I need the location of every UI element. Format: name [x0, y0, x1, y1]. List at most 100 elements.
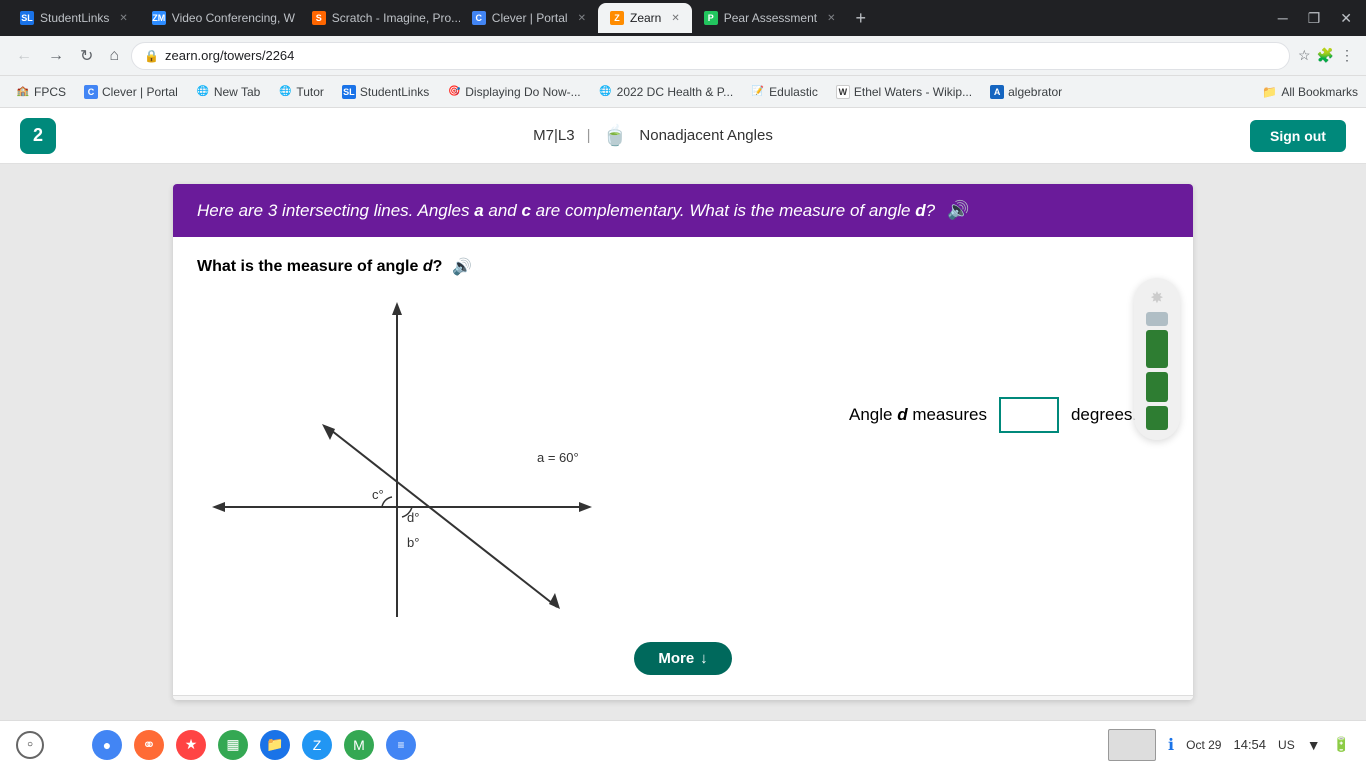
tab-zearn[interactable]: Z Zearn ✕	[598, 3, 692, 33]
taskbar-meet-icon[interactable]: M	[344, 730, 374, 760]
tab-label-scratch: Scratch - Imagine, Pro...	[332, 11, 460, 25]
sidebar-bar-3	[1146, 372, 1168, 402]
bookmark-studentlinks-label: StudentLinks	[360, 85, 429, 99]
bookmark-clever-icon: C	[84, 85, 98, 99]
question-header: Here are 3 intersecting lines. Angles a …	[173, 184, 1193, 237]
tab-label-zearn: Zearn	[630, 11, 661, 25]
bookmark-fpcs[interactable]: 🏫 FPCS	[8, 83, 74, 101]
tab-pear[interactable]: P Pear Assessment ✕	[692, 3, 848, 33]
bookmark-ethel[interactable]: W Ethel Waters - Wikip...	[828, 83, 980, 101]
taskbar-preview[interactable]	[1108, 729, 1156, 761]
tab-favicon-zearn: Z	[610, 11, 624, 25]
lesson-title: Nonadjacent Angles	[639, 127, 772, 144]
tab-zoom[interactable]: ZM Video Conferencing, W ✕	[140, 3, 300, 33]
restore-button[interactable]: ❐	[1302, 8, 1327, 29]
bookmark-dchealth[interactable]: 🌐 2022 DC Health & P...	[591, 83, 742, 101]
bookmark-ethel-label: Ethel Waters - Wikip...	[854, 85, 972, 99]
taskbar-wifi-icon: ▼	[1307, 737, 1321, 753]
url-input[interactable]: 🔒 zearn.org/towers/2264	[131, 42, 1290, 70]
bookmark-studentlinks[interactable]: SL StudentLinks	[334, 83, 437, 101]
tab-bar: SL StudentLinks ✕ ZM Video Conferencing,…	[0, 0, 1366, 36]
content-area: a = 60° c° d° b° Angle d measures degree…	[197, 297, 1169, 632]
app-header: 2 M7|L3 | 🍵 Nonadjacent Angles Sign out	[0, 108, 1366, 164]
sidebar-bar-4	[1146, 406, 1168, 430]
bookmark-newtab-label: New Tab	[214, 85, 260, 99]
new-tab-button[interactable]: +	[848, 4, 875, 33]
tab-label-pear: Pear Assessment	[724, 11, 817, 25]
all-bookmarks-label: All Bookmarks	[1281, 85, 1358, 99]
tab-favicon-zoom: ZM	[152, 11, 166, 25]
bookmark-tutor[interactable]: 🌐 Tutor	[270, 83, 332, 101]
bookmark-clever[interactable]: C Clever | Portal	[76, 83, 186, 101]
bookmark-displaying[interactable]: 🎯 Displaying Do Now-...	[439, 83, 588, 101]
close-button[interactable]: ✕	[1334, 8, 1358, 29]
taskbar-date-time: Oct 29	[1186, 738, 1221, 752]
taskbar-extension-icon[interactable]: ⚭	[134, 730, 164, 760]
minimize-button[interactable]: ─	[1272, 8, 1294, 28]
sub-question-text: What is the measure of angle d?	[197, 258, 442, 276]
tab-studentlinks[interactable]: SL StudentLinks ✕	[8, 3, 140, 33]
taskbar-green-icon[interactable]: ▦	[218, 730, 248, 760]
bookmark-dchealth-label: 2022 DC Health & P...	[617, 85, 734, 99]
nav-separator: |	[587, 127, 591, 144]
refresh-button[interactable]: ↻	[76, 42, 97, 70]
more-arrow-icon: ↓	[700, 650, 708, 667]
angle-a-label: a = 60°	[537, 450, 579, 465]
menu-icon[interactable]: ⋮	[1340, 47, 1354, 64]
bookmark-algebrator-label: algebrator	[1008, 85, 1062, 99]
geometry-diagram: a = 60° c° d° b°	[197, 297, 617, 627]
bookmark-edulastic-icon: 📝	[751, 85, 765, 99]
tab-close-studentlinks[interactable]: ✕	[119, 13, 127, 24]
bookmark-newtab[interactable]: 🌐 New Tab	[188, 83, 268, 101]
question-body: What is the measure of angle d? 🔊	[173, 237, 1193, 695]
taskbar-red-icon[interactable]: ★	[176, 730, 206, 760]
bookmark-algebrator[interactable]: A algebrator	[982, 83, 1070, 101]
sidebar-bar-2	[1146, 330, 1168, 368]
bookmark-newtab-icon: 🌐	[196, 85, 210, 99]
taskbar-docs-icon[interactable]: ≡	[386, 730, 416, 760]
more-button[interactable]: More ↓	[634, 642, 731, 675]
tab-close-pear[interactable]: ✕	[827, 13, 835, 24]
tab-favicon-scratch: S	[312, 11, 326, 25]
answer-input-box[interactable]	[999, 397, 1059, 433]
address-bar: ← → ↻ ⌂ 🔒 zearn.org/towers/2264 ☆ 🧩 ⋮	[0, 36, 1366, 76]
bookmark-displaying-label: Displaying Do Now-...	[465, 85, 580, 99]
answer-area: Angle d measures degrees.	[849, 297, 1169, 433]
numpad: 1 2 3 4 5 6 7 8 9 0 - , . ⌫ Enter ✓	[173, 695, 1193, 700]
forward-button[interactable]: →	[44, 43, 68, 69]
taskbar-zoom-icon[interactable]: Z	[302, 730, 332, 760]
tab-label-studentlinks: StudentLinks	[40, 11, 109, 25]
sign-out-button[interactable]: Sign out	[1250, 120, 1346, 152]
tab-scratch[interactable]: S Scratch - Imagine, Pro... ✕	[300, 3, 460, 33]
sidebar-star-icon: ✸	[1150, 288, 1163, 308]
app-logo[interactable]: 2	[20, 118, 56, 154]
sub-question: What is the measure of angle d? 🔊	[197, 257, 1169, 277]
bookmark-tutor-label: Tutor	[296, 85, 324, 99]
more-button-label: More	[658, 650, 694, 667]
bookmarks-bar: 🏫 FPCS C Clever | Portal 🌐 New Tab 🌐 Tut…	[0, 76, 1366, 108]
back-button[interactable]: ←	[12, 43, 36, 69]
audio-icon-header[interactable]: 🔊	[947, 200, 969, 221]
tab-label-zoom: Video Conferencing, W	[172, 11, 295, 25]
taskbar-right: ℹ Oct 29 14:54 US ▼ 🔋	[1108, 729, 1350, 761]
taskbar-chrome-icon[interactable]: ●	[92, 730, 122, 760]
extension-puzzle-icon[interactable]: 🧩	[1317, 47, 1334, 64]
bookmarks-folder-icon: 📁	[1262, 85, 1277, 99]
tab-close-zearn[interactable]: ✕	[671, 13, 679, 24]
bookmark-tutor-icon: 🌐	[278, 85, 292, 99]
taskbar-circle-button[interactable]: ○	[16, 731, 44, 759]
diagram-area: a = 60° c° d° b°	[197, 297, 819, 632]
question-container: Here are 3 intersecting lines. Angles a …	[173, 184, 1193, 700]
tab-clever[interactable]: C Clever | Portal ✕	[460, 3, 598, 33]
question-header-text: Here are 3 intersecting lines. Angles a …	[197, 201, 935, 221]
bookmark-edulastic[interactable]: 📝 Edulastic	[743, 83, 826, 101]
app-nav-center: M7|L3 | 🍵 Nonadjacent Angles	[533, 123, 773, 148]
lesson-code: M7|L3	[533, 127, 574, 144]
home-button[interactable]: ⌂	[105, 43, 123, 69]
taskbar-notification-icon[interactable]: ℹ	[1168, 735, 1174, 755]
star-icon[interactable]: ☆	[1298, 47, 1311, 64]
tab-close-clever[interactable]: ✕	[578, 13, 586, 24]
audio-icon-sub[interactable]: 🔊	[452, 257, 472, 277]
taskbar-blue-folder-icon[interactable]: 📁	[260, 730, 290, 760]
all-bookmarks-button[interactable]: 📁 All Bookmarks	[1262, 85, 1358, 99]
